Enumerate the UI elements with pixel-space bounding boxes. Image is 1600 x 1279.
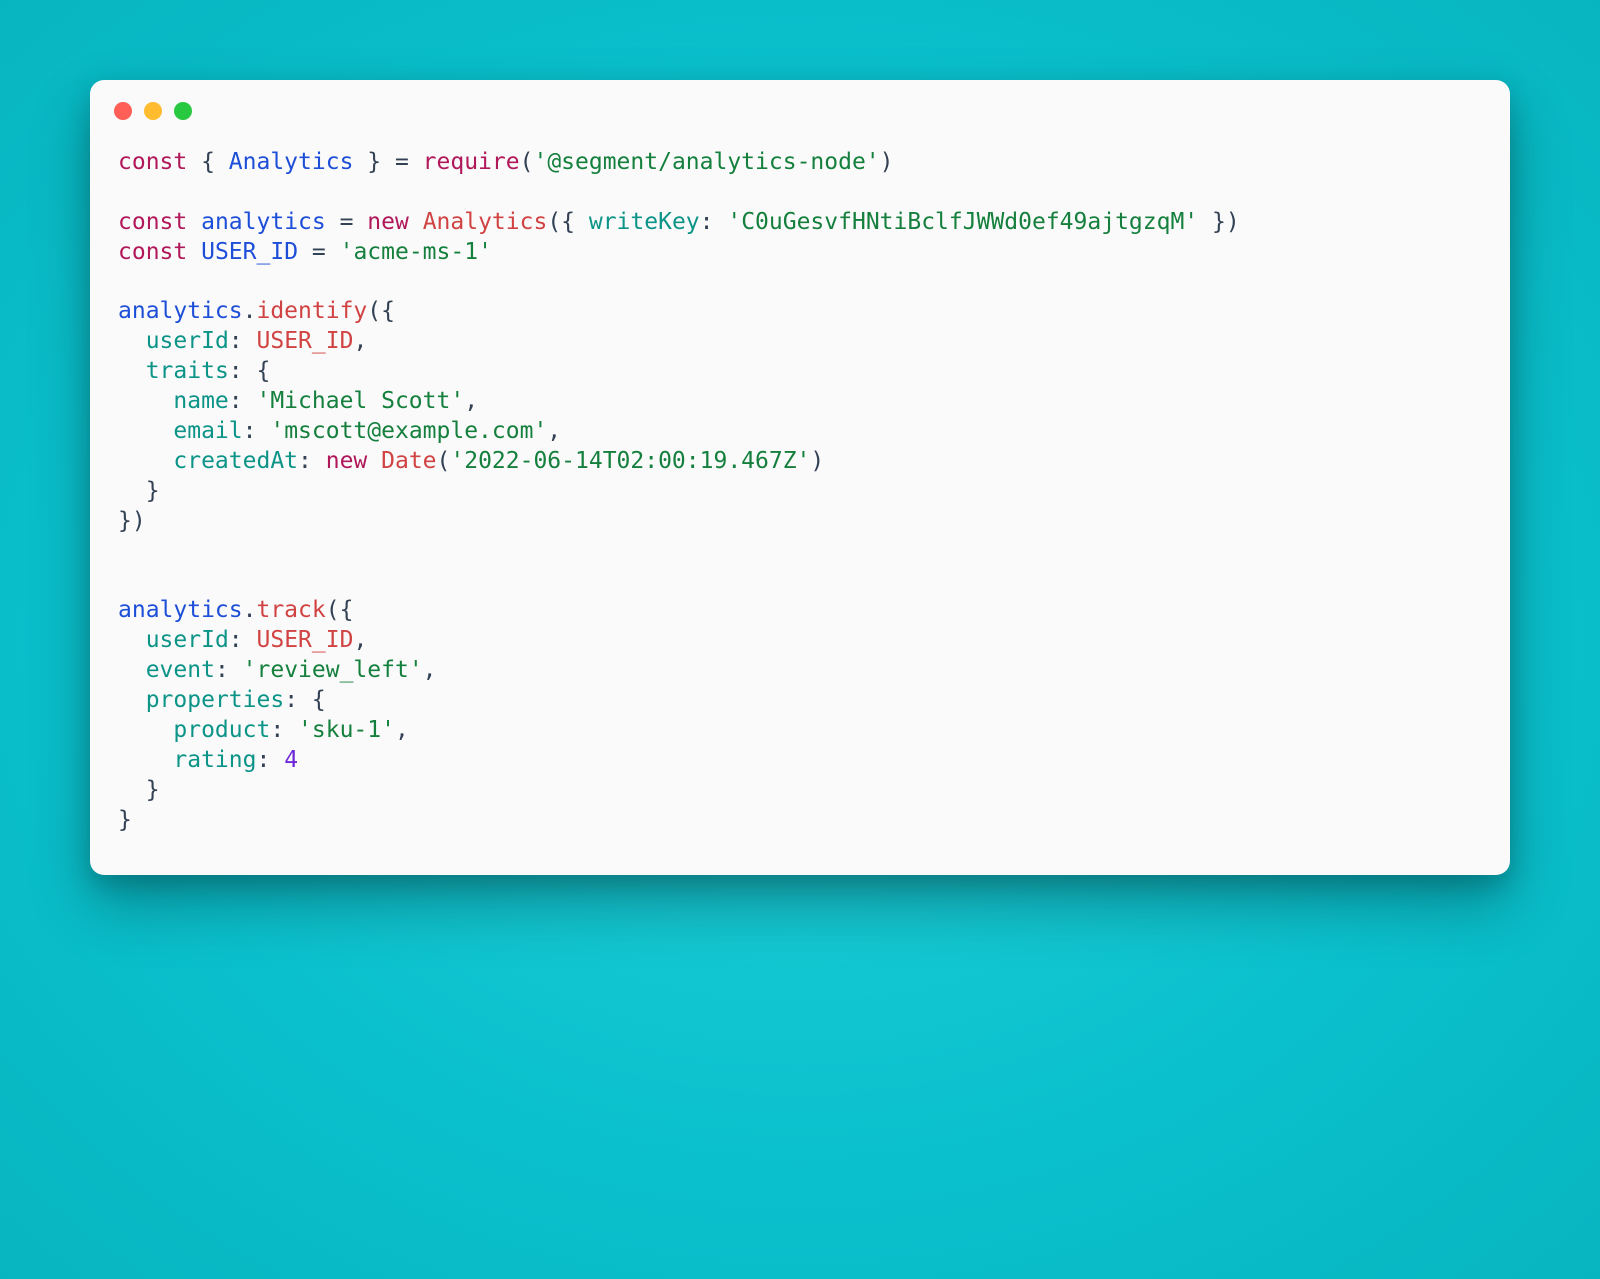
stage: const { Analytics } = require('@segment/…: [0, 0, 1600, 1279]
punct: [118, 627, 146, 653]
punct: ): [880, 149, 894, 175]
punct: }): [118, 508, 146, 534]
window-titlebar: [90, 80, 1510, 130]
sym-date: Date: [381, 448, 436, 474]
punct: ,: [395, 717, 409, 743]
str-pkg: '@segment/analytics-node': [533, 149, 879, 175]
keyword-const: const: [118, 239, 187, 265]
sym-require: require: [423, 149, 520, 175]
punct: (: [520, 149, 534, 175]
punct: :: [243, 418, 271, 444]
punct: :: [229, 627, 257, 653]
close-icon[interactable]: [114, 102, 132, 120]
call-identify: identify: [256, 298, 367, 324]
punct: ,: [353, 627, 367, 653]
str-name: 'Michael Scott': [256, 388, 464, 414]
prop-writekey: writeKey: [589, 209, 700, 235]
str-product: 'sku-1': [298, 717, 395, 743]
str-writekey: 'C0uGesvfHNtiBclfJWWd0ef49ajtgzqM': [727, 209, 1198, 235]
str-date: '2022-06-14T02:00:19.467Z': [450, 448, 810, 474]
punct: [187, 209, 201, 235]
punct: [409, 209, 423, 235]
punct: ,: [423, 657, 437, 683]
punct: : {: [284, 687, 326, 713]
punct: =: [298, 239, 340, 265]
punct: [118, 328, 146, 354]
prop-userid: userId: [146, 328, 229, 354]
code-block[interactable]: const { Analytics } = require('@segment/…: [90, 130, 1510, 845]
punct: }: [118, 807, 132, 833]
keyword-const: const: [118, 209, 187, 235]
punct: {: [187, 149, 229, 175]
sym-analytics-var: analytics: [118, 597, 243, 623]
sym-analytics-ctor: Analytics: [423, 209, 548, 235]
punct: :: [229, 388, 257, 414]
prop-event: event: [146, 657, 215, 683]
keyword-new: new: [326, 448, 368, 474]
prop-product: product: [173, 717, 270, 743]
punct: }): [1198, 209, 1240, 235]
str-userid: 'acme-ms-1': [340, 239, 492, 265]
sym-analytics-class: Analytics: [229, 149, 354, 175]
prop-traits: traits: [146, 358, 229, 384]
punct: :: [700, 209, 728, 235]
str-event: 'review_left': [243, 657, 423, 683]
punct: ({: [326, 597, 354, 623]
punct: [118, 388, 173, 414]
punct: ): [810, 448, 824, 474]
sym-analytics-var: analytics: [201, 209, 326, 235]
keyword-new: new: [367, 209, 409, 235]
num-rating: 4: [284, 747, 298, 773]
prop-userid: userId: [146, 627, 229, 653]
punct: .: [243, 597, 257, 623]
punct: :: [298, 448, 326, 474]
punct: (: [437, 448, 451, 474]
call-track: track: [256, 597, 325, 623]
punct: ,: [353, 328, 367, 354]
sym-analytics-var: analytics: [118, 298, 243, 324]
prop-email: email: [173, 418, 242, 444]
punct: [118, 418, 173, 444]
punct: :: [229, 328, 257, 354]
prop-rating: rating: [173, 747, 256, 773]
punct: [118, 717, 173, 743]
punct: }: [118, 478, 160, 504]
punct: :: [215, 657, 243, 683]
punct: ({: [367, 298, 395, 324]
punct: =: [326, 209, 368, 235]
maximize-icon[interactable]: [174, 102, 192, 120]
punct: ,: [464, 388, 478, 414]
prop-name: name: [173, 388, 228, 414]
punct: [118, 657, 146, 683]
str-email: 'mscott@example.com': [270, 418, 547, 444]
punct: :: [270, 717, 298, 743]
punct: : {: [229, 358, 271, 384]
keyword-const: const: [118, 149, 187, 175]
punct: [118, 448, 173, 474]
punct: [118, 358, 146, 384]
punct: }: [118, 777, 160, 803]
punct: :: [256, 747, 284, 773]
sym-userid-const: USER_ID: [201, 239, 298, 265]
prop-createdat: createdAt: [173, 448, 298, 474]
punct: ,: [547, 418, 561, 444]
punct: [367, 448, 381, 474]
punct: .: [243, 298, 257, 324]
punct: [118, 687, 146, 713]
sym-userid-ref: USER_ID: [257, 627, 354, 653]
punct: } =: [353, 149, 422, 175]
minimize-icon[interactable]: [144, 102, 162, 120]
sym-userid-ref: USER_ID: [257, 328, 354, 354]
code-window: const { Analytics } = require('@segment/…: [90, 80, 1510, 875]
punct: [187, 239, 201, 265]
prop-properties: properties: [146, 687, 284, 713]
punct: [118, 747, 173, 773]
punct: ({: [547, 209, 589, 235]
